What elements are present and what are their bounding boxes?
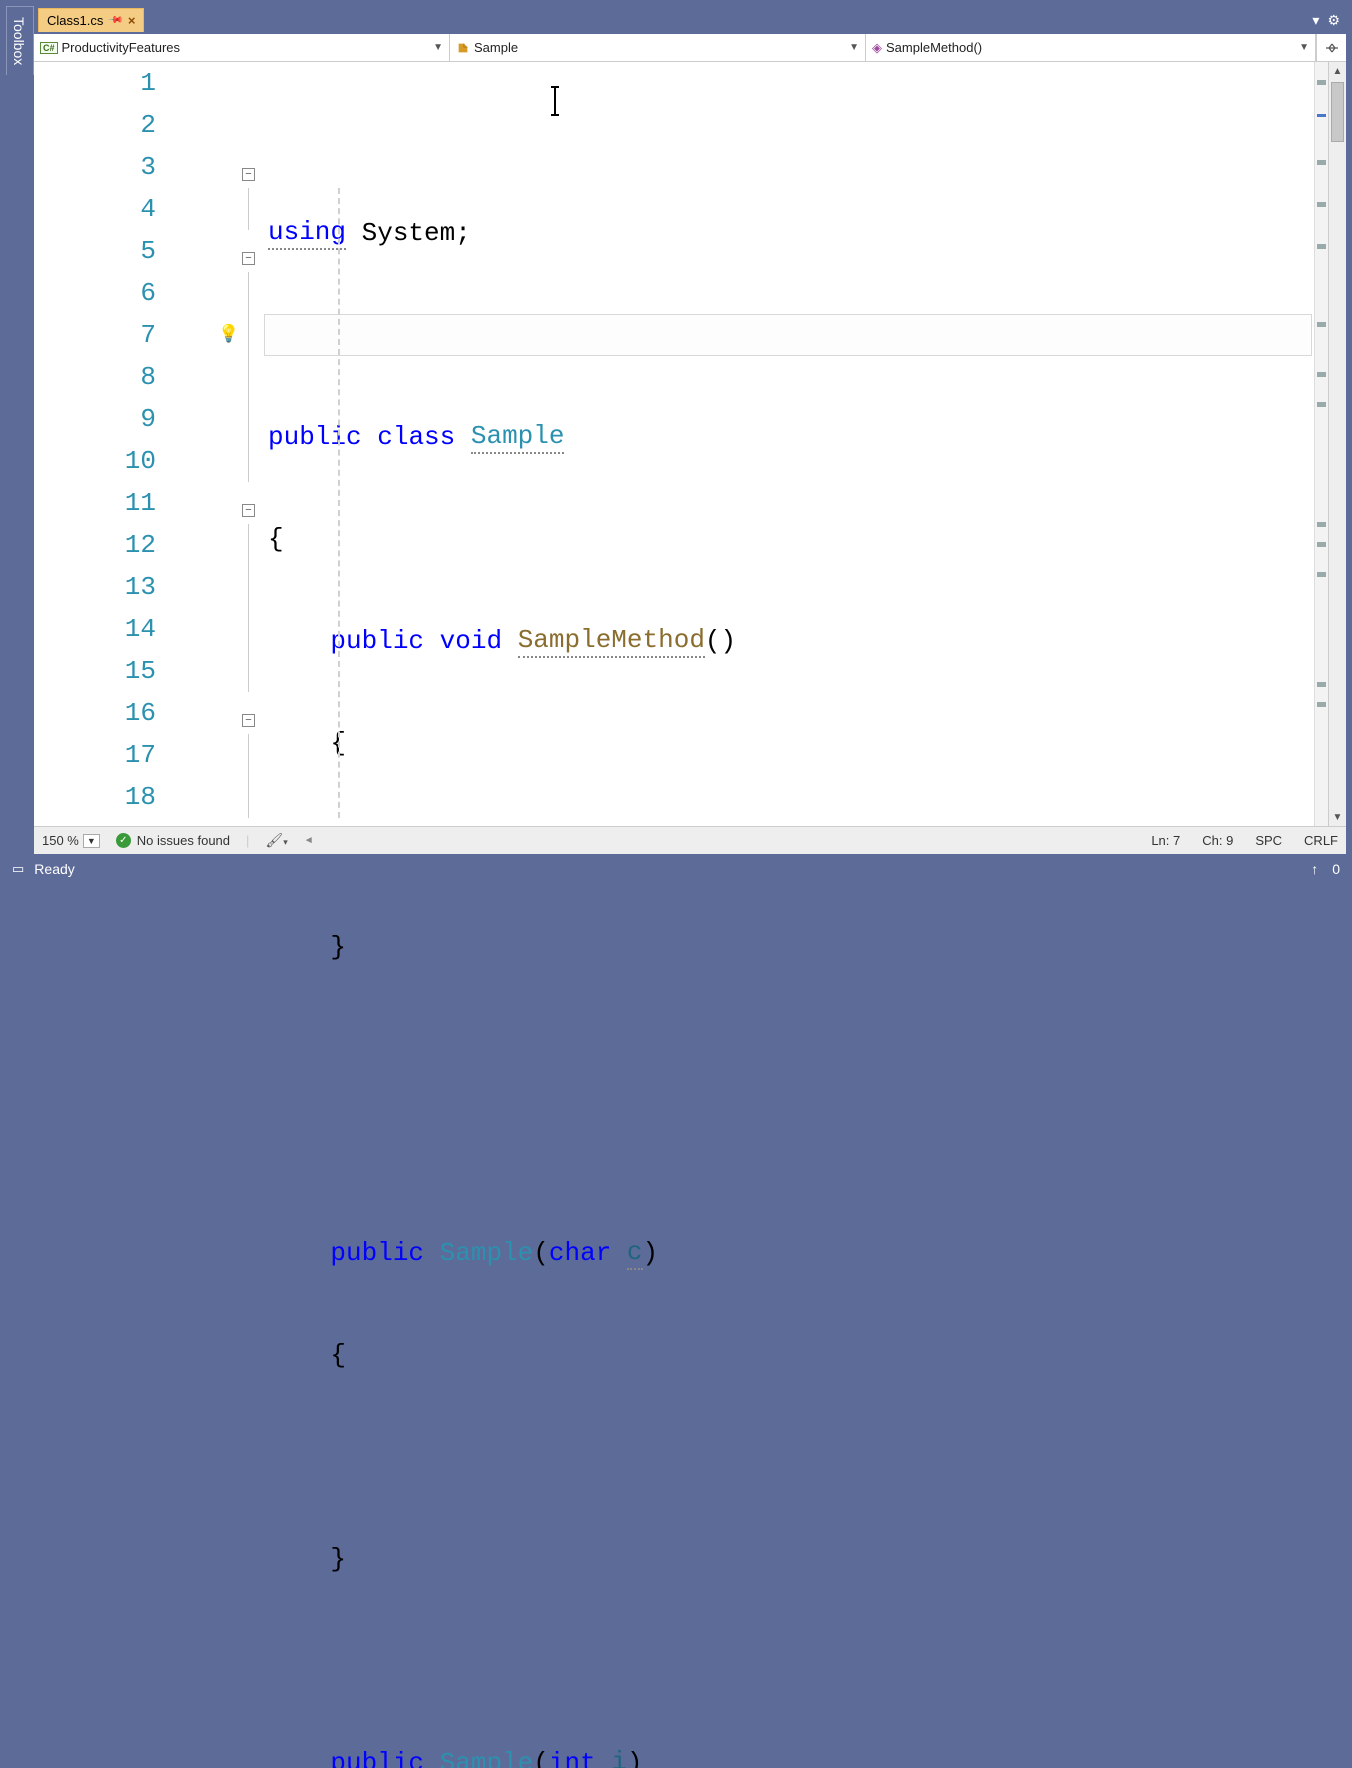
nav-class-label: Sample xyxy=(474,40,518,55)
line-number: 11 xyxy=(34,488,184,518)
scroll-thumb[interactable] xyxy=(1331,82,1344,142)
token-paren: ) xyxy=(627,1748,643,1768)
token-param: i xyxy=(611,1747,627,1768)
token-keyword: public xyxy=(330,626,424,656)
token-brace: { xyxy=(268,524,284,554)
csharp-icon: C# xyxy=(40,42,58,54)
line-number: 17 xyxy=(34,740,184,770)
line-number: 12 xyxy=(34,530,184,560)
issues-indicator[interactable]: ✓ No issues found xyxy=(116,833,230,848)
pin-icon[interactable]: 📌 xyxy=(107,12,124,29)
token-param: c xyxy=(627,1237,643,1270)
lightbulb-icon[interactable]: 💡 xyxy=(218,324,239,344)
check-ok-icon: ✓ xyxy=(116,833,131,848)
fold-toggle[interactable]: − xyxy=(242,504,255,517)
method-icon: ◈ xyxy=(872,40,882,56)
line-number: 18 xyxy=(34,782,184,812)
token-parens: () xyxy=(705,626,736,656)
token-keyword: int xyxy=(549,1748,596,1768)
toolbox-tab[interactable]: Toolbox xyxy=(6,6,34,75)
status-ready: Ready xyxy=(34,861,74,877)
token-keyword: class xyxy=(377,422,455,452)
nav-member-label: SampleMethod() xyxy=(886,40,982,55)
token-class: Sample xyxy=(471,421,565,454)
token-keyword: public xyxy=(330,1238,424,1268)
close-icon[interactable]: × xyxy=(128,13,136,28)
line-number: 8 xyxy=(34,362,184,392)
tab-overflow-icon[interactable]: ▾ xyxy=(1312,12,1319,29)
pending-count: 0 xyxy=(1332,861,1340,877)
line-number: 5 xyxy=(34,236,184,266)
token-paren: ( xyxy=(533,1748,549,1768)
token-identifier: System xyxy=(362,218,456,248)
editor-shell: Class1.cs 📌 × ▾ ⚙ C# ProductivityFeature… xyxy=(34,6,1346,854)
fold-toggle[interactable]: − xyxy=(242,252,255,265)
fold-toggle[interactable]: − xyxy=(242,168,255,181)
token-keyword: public xyxy=(268,422,362,452)
chevron-down-icon: ▼ xyxy=(433,42,443,53)
line-number: 4 xyxy=(34,194,184,224)
file-tab[interactable]: Class1.cs 📌 × xyxy=(38,8,144,32)
token-method: SampleMethod xyxy=(518,625,705,658)
line-number-gutter: 1 2 3 4 5 6 7 8 9 10 11 12 13 14 15 16 1… xyxy=(34,62,214,826)
chevron-down-icon: ▼ xyxy=(83,834,100,848)
line-number: 2 xyxy=(34,110,184,140)
nav-member-dropdown[interactable]: ◈ SampleMethod() ▼ xyxy=(866,34,1316,61)
line-number: 1 xyxy=(34,68,184,98)
line-number: 16 xyxy=(34,698,184,728)
navigation-bar: C# ProductivityFeatures ▼ Sample ▼ ◈ Sam… xyxy=(34,34,1346,62)
token-class: Sample xyxy=(440,1748,534,1768)
line-number: 3 xyxy=(34,152,184,182)
indicator-margin: 💡 xyxy=(214,62,242,826)
settings-gear-icon[interactable]: ⚙ xyxy=(1327,12,1340,29)
code-content[interactable]: using System; public class Sample { publ… xyxy=(264,62,1314,826)
line-number: 6 xyxy=(34,278,184,308)
nav-project-label: ProductivityFeatures xyxy=(62,40,181,55)
output-tray-icon[interactable]: ▭ xyxy=(12,861,24,877)
line-number: 10 xyxy=(34,446,184,476)
class-icon xyxy=(456,41,470,55)
token-keyword: using xyxy=(268,217,346,250)
line-number: 7 xyxy=(34,320,184,350)
vertical-scrollbar[interactable]: ▲ ▼ xyxy=(1328,62,1346,826)
token-brace: { xyxy=(330,1340,346,1370)
chevron-down-icon: ▼ xyxy=(849,42,859,53)
code-editor[interactable]: 1 2 3 4 5 6 7 8 9 10 11 12 13 14 15 16 1… xyxy=(34,62,1346,826)
file-tab-label: Class1.cs xyxy=(47,13,103,28)
token-brace: } xyxy=(330,1544,346,1574)
nav-class-dropdown[interactable]: Sample ▼ xyxy=(450,34,866,61)
zoom-label: 150 % xyxy=(42,833,79,848)
zoom-dropdown[interactable]: 150 % ▼ xyxy=(42,833,100,848)
text-cursor-icon xyxy=(554,86,556,116)
token-keyword: public xyxy=(330,1748,424,1768)
overview-ruler[interactable] xyxy=(1314,62,1328,826)
token-paren: ( xyxy=(533,1238,549,1268)
fold-toggle[interactable]: − xyxy=(242,714,255,727)
token-punct: ; xyxy=(455,218,471,248)
token-class: Sample xyxy=(440,1238,534,1268)
line-number: 9 xyxy=(34,404,184,434)
outlining-margin: − − − − xyxy=(242,62,264,826)
issues-label: No issues found xyxy=(137,833,230,848)
scroll-down-icon[interactable]: ▼ xyxy=(1329,808,1346,826)
split-editor-button[interactable] xyxy=(1316,34,1346,61)
token-keyword: char xyxy=(549,1238,611,1268)
line-number: 15 xyxy=(34,656,184,686)
nav-project-dropdown[interactable]: C# ProductivityFeatures ▼ xyxy=(34,34,450,61)
token-brace: } xyxy=(330,932,346,962)
line-number: 14 xyxy=(34,614,184,644)
scroll-up-icon[interactable]: ▲ xyxy=(1329,62,1346,80)
tab-strip: Class1.cs 📌 × ▾ ⚙ xyxy=(34,6,1346,34)
token-keyword: void xyxy=(440,626,502,656)
chevron-down-icon: ▼ xyxy=(1299,42,1309,53)
line-number: 13 xyxy=(34,572,184,602)
token-paren: ) xyxy=(643,1238,659,1268)
